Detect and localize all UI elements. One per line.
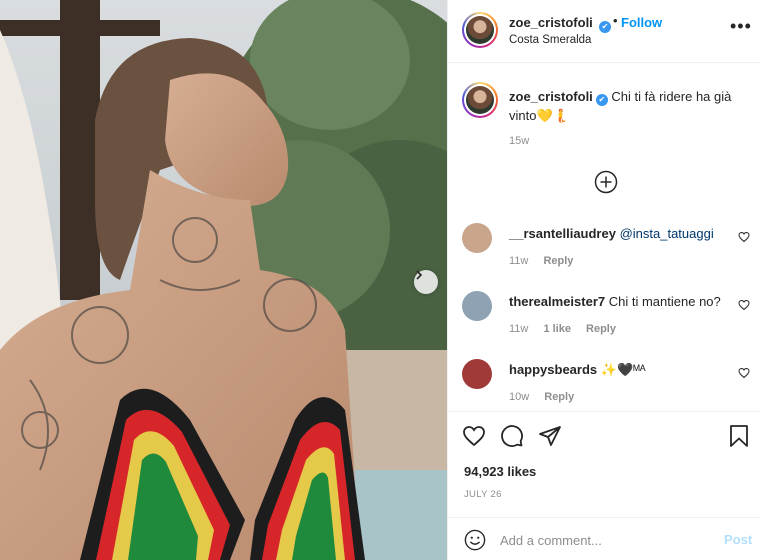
post-photo[interactable] — [0, 0, 447, 560]
comment-likes[interactable]: 1 like — [543, 323, 571, 335]
comment-meta: 10w Reply — [509, 391, 586, 403]
post-actions: 94,923 likes JULY 26 — [448, 411, 760, 517]
comment-text: Chi ti mantiene no? — [608, 294, 721, 309]
comment-item: therealmeister7 Chi ti mantiene no? 11w … — [448, 291, 760, 351]
commenter-avatar[interactable] — [462, 359, 492, 389]
post-header: zoe_cristofoli ✔ • Follow Costa Smeralda… — [448, 0, 760, 63]
author-avatar[interactable] — [462, 12, 498, 48]
caption-body: zoe_cristofoli ✔ Chi ti fà ridere ha già … — [509, 87, 749, 125]
instagram-post: zoe_cristofoli ✔ • Follow Costa Smeralda… — [0, 0, 760, 560]
commenter-username[interactable]: happysbeards — [509, 362, 597, 377]
comment-text[interactable]: @insta_tatuaggi — [620, 226, 714, 241]
reply-button[interactable]: Reply — [543, 255, 573, 267]
commenter-avatar[interactable] — [462, 223, 492, 253]
caption-timestamp[interactable]: 15w — [509, 135, 529, 147]
post-date[interactable]: JULY 26 — [464, 489, 502, 500]
like-heart-icon[interactable] — [462, 424, 486, 448]
verified-badge: ✔ — [596, 16, 611, 33]
like-count[interactable]: 94,923 likes — [464, 464, 536, 479]
comment-text-block: therealmeister7 Chi ti mantiene no? — [509, 293, 729, 310]
verified-check-icon: ✔ — [599, 21, 611, 33]
reply-button[interactable]: Reply — [544, 391, 574, 403]
comment-text-block: happysbeards ✨🖤ᴹᴬ — [509, 361, 729, 378]
commenter-username[interactable]: __rsantelliaudrey — [509, 226, 616, 241]
carousel-next-button[interactable] — [414, 270, 438, 294]
comment-text-block: __rsantelliaudrey @insta_tatuaggi — [509, 225, 729, 242]
verified-check-icon: ✔ — [595, 94, 608, 106]
more-options-icon[interactable]: ••• — [730, 17, 752, 35]
emoji-smiley-icon[interactable] — [464, 529, 486, 551]
comment-input[interactable] — [500, 530, 710, 550]
follow-button[interactable]: Follow — [621, 15, 662, 30]
comment-meta: 11w 1 like Reply — [509, 323, 628, 335]
comment-bubble-icon[interactable] — [500, 424, 524, 448]
comment-time[interactable]: 11w — [509, 323, 528, 335]
post-location[interactable]: Costa Smeralda — [509, 34, 591, 46]
author-username[interactable]: zoe_cristofoli — [509, 15, 593, 30]
photo-illustration — [0, 0, 447, 560]
chevron-right-icon — [416, 270, 423, 280]
comment-time[interactable]: 10w — [509, 391, 529, 403]
post-side-panel: zoe_cristofoli ✔ • Follow Costa Smeralda… — [447, 0, 760, 560]
commenter-avatar[interactable] — [462, 291, 492, 321]
reply-button[interactable]: Reply — [586, 323, 616, 335]
add-comment-bar: Post — [448, 517, 760, 560]
comment-time[interactable]: 11w — [509, 255, 528, 267]
caption-author-avatar[interactable] — [462, 82, 498, 118]
load-more-comments-icon[interactable] — [594, 170, 618, 194]
commenter-username[interactable]: therealmeister7 — [509, 294, 605, 309]
separator-dot: • — [613, 13, 618, 28]
comment-item: happysbeards ✨🖤ᴹᴬ 10w Reply — [448, 359, 760, 419]
post-comment-button[interactable]: Post — [724, 532, 752, 547]
save-bookmark-icon[interactable] — [727, 424, 751, 448]
comment-meta: 11w Reply — [509, 255, 585, 267]
like-comment-heart-icon[interactable] — [738, 231, 750, 243]
like-comment-heart-icon[interactable] — [738, 299, 750, 311]
caption-username[interactable]: zoe_cristofoli — [509, 89, 593, 104]
comment-item: __rsantelliaudrey @insta_tatuaggi 11w Re… — [448, 223, 760, 283]
like-comment-heart-icon[interactable] — [738, 367, 750, 379]
comment-text: ✨🖤ᴹᴬ — [600, 362, 646, 377]
share-paper-plane-icon[interactable] — [538, 424, 562, 448]
